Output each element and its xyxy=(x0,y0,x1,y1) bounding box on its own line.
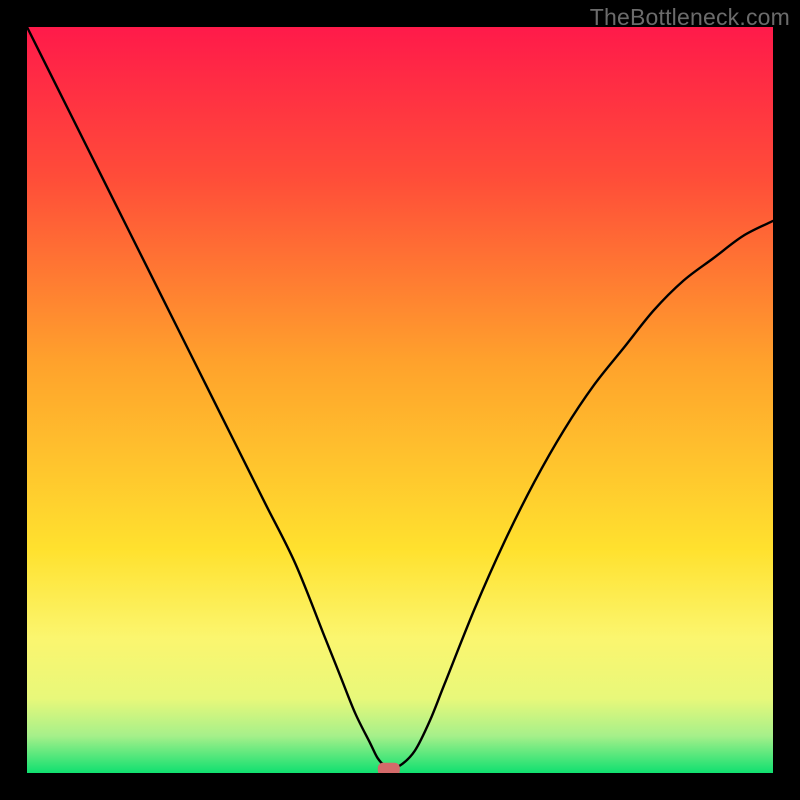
chart-svg xyxy=(27,27,773,773)
optimum-marker xyxy=(378,763,400,773)
plot-area xyxy=(27,27,773,773)
chart-background xyxy=(27,27,773,773)
chart-frame: TheBottleneck.com xyxy=(0,0,800,800)
watermark-text: TheBottleneck.com xyxy=(590,4,790,31)
